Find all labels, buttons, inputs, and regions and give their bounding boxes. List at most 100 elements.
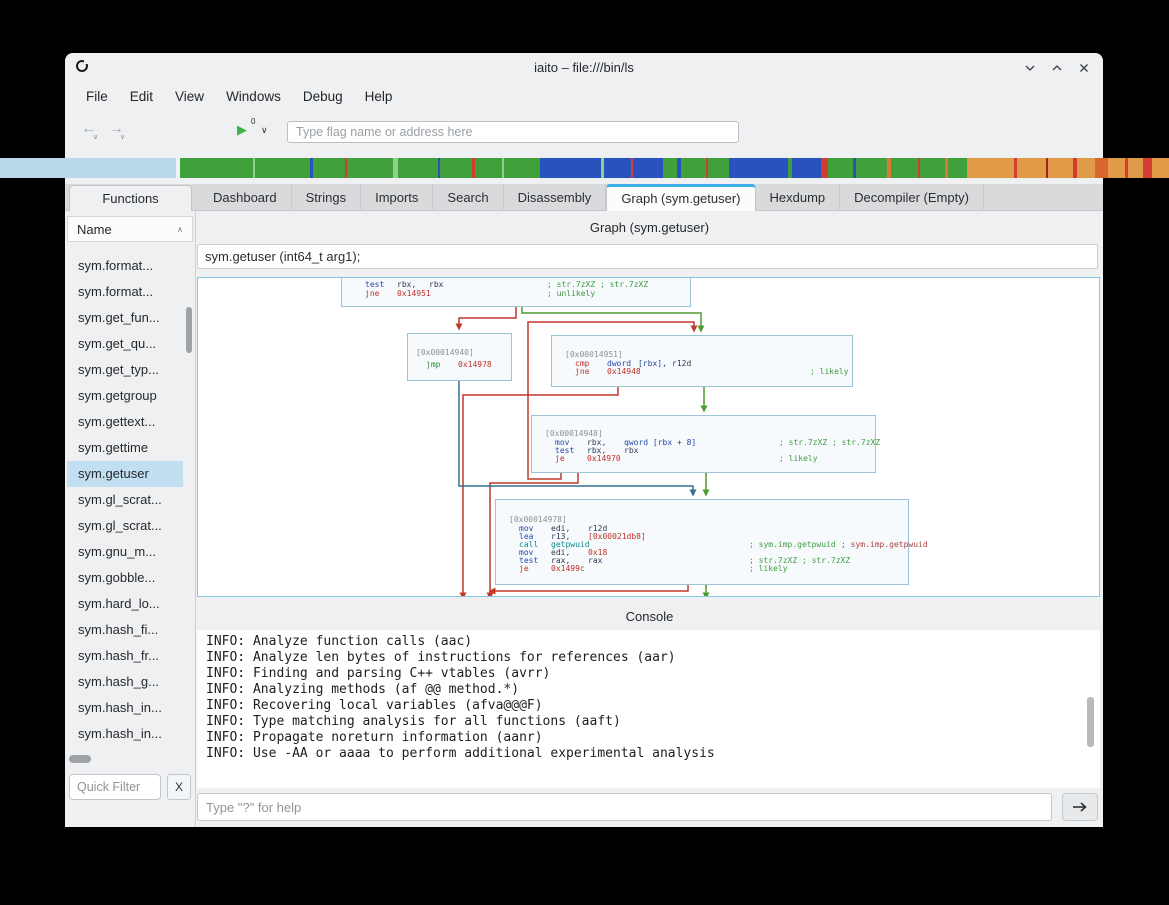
graph-node-0x00014978[interactable]: [0x00014978]movedi,r12dlear13,[0x00021db… (495, 499, 909, 585)
close-icon (1078, 62, 1090, 74)
function-list-item[interactable]: sym.hash_fi... (67, 617, 183, 643)
quick-filter-close-button[interactable]: X (167, 774, 191, 800)
function-list-item[interactable]: sym.hash_fr... (67, 643, 183, 669)
function-list-item[interactable]: sym.hash_in... (67, 695, 183, 721)
tab-decompiler-empty[interactable]: Decompiler (Empty) (840, 184, 984, 211)
debug-play-button[interactable]: ▶ (237, 122, 247, 138)
memory-segment (347, 158, 393, 178)
content-area: Name ∧ sym.format...sym.format...sym.get… (65, 211, 1103, 827)
console-line: INFO: Propagate noreturn information (aa… (206, 730, 1100, 746)
sort-ascending-icon: ∧ (177, 225, 183, 234)
memory-segment (967, 158, 1013, 178)
console-send-button[interactable] (1062, 793, 1098, 821)
function-list-item[interactable]: sym.hash_in... (67, 721, 183, 747)
function-list-item[interactable]: sym.get_qu... (67, 331, 183, 357)
tab-bar: Functions DashboardStringsImportsSearchD… (65, 184, 1103, 211)
function-list-vertical-scrollbar[interactable] (186, 307, 192, 353)
window-controls (1023, 53, 1091, 82)
function-signature[interactable]: sym.getuser (int64_t arg1); (197, 244, 1098, 269)
memory-segment (1108, 158, 1125, 178)
main-tabs: DashboardStringsImportsSearchDisassembly… (199, 184, 1103, 211)
function-list: sym.format...sym.format...sym.get_fun...… (67, 253, 183, 747)
tab-graph-sym-getuser[interactable]: Graph (sym.getuser) (606, 184, 755, 211)
function-list-item[interactable]: sym.get_fun... (67, 305, 183, 331)
tab-strings[interactable]: Strings (292, 184, 361, 211)
function-list-item[interactable]: sym.hard_lo... (67, 591, 183, 617)
memory-segment (633, 158, 662, 178)
asm-token: ; likely (779, 454, 818, 463)
tab-disassembly[interactable]: Disassembly (504, 184, 607, 211)
chevron-up-icon (1051, 62, 1063, 74)
asm-token: ; sym.imp.getpwuid (749, 540, 836, 549)
function-list-item[interactable]: sym.get_typ... (67, 357, 183, 383)
function-list-item[interactable]: sym.getuser (67, 461, 183, 487)
function-list-horizontal-scrollbar[interactable] (69, 755, 91, 763)
arrow-right-icon (1072, 801, 1088, 813)
menubar: FileEditViewWindowsDebugHelp (65, 82, 1103, 112)
maximize-button[interactable] (1050, 61, 1064, 75)
memory-segment (663, 158, 678, 178)
back-dropdown-icon[interactable]: ∨ (93, 133, 98, 141)
console-dock-title: Console (196, 604, 1103, 630)
graph-node-0x00014948[interactable]: [0x00014948]movrbx,qword [rbx + 8]; str.… (531, 415, 876, 473)
asm-token: rax (588, 556, 602, 565)
tab-hexdump[interactable]: Hexdump (756, 184, 841, 211)
graph-node-0x00014951[interactable]: [0x00014951]cmpdword[rbx],r12djne0x14948… (551, 335, 853, 387)
menu-edit[interactable]: Edit (119, 82, 164, 112)
menu-windows[interactable]: Windows (215, 82, 292, 112)
function-list-item[interactable]: sym.format... (67, 279, 183, 305)
graph-view[interactable]: testrbx,rbx; str.7zXZ ; str.7zXZjne0x149… (197, 277, 1100, 597)
asm-token: [0x00014951] (565, 350, 623, 359)
console-line: INFO: Analyze function calls (aac) (206, 634, 1100, 650)
tab-search[interactable]: Search (433, 184, 503, 211)
function-list-item[interactable]: sym.gnu_m... (67, 539, 183, 565)
graph-panel: Graph (sym.getuser) sym.getuser (int64_t… (196, 211, 1103, 827)
memory-segment (891, 158, 918, 178)
memory-segment (828, 158, 853, 178)
asm-token: je (519, 564, 529, 573)
function-list-item[interactable]: sym.gettext... (67, 409, 183, 435)
memory-segment (920, 158, 945, 178)
asm-token: jne (575, 367, 589, 376)
memory-segment (1095, 158, 1108, 178)
console-line: INFO: Analyzing methods (af @@ method.*) (206, 682, 1100, 698)
asm-token: je (555, 454, 565, 463)
console-vertical-scrollbar[interactable] (1087, 697, 1094, 747)
console-output[interactable]: INFO: Analyze function calls (aac) INFO: … (197, 630, 1100, 788)
tab-dashboard[interactable]: Dashboard (199, 184, 292, 211)
function-list-item[interactable]: sym.gobble... (67, 565, 183, 591)
asm-token: test (365, 280, 384, 289)
memory-map-strip[interactable] (0, 158, 1169, 178)
forward-dropdown-icon[interactable]: ∨ (120, 133, 125, 141)
asm-token: [0x00014940] (416, 348, 474, 357)
memory-segment (504, 158, 540, 178)
minimize-button[interactable] (1023, 61, 1037, 75)
menu-file[interactable]: File (75, 82, 119, 112)
asm-token: rbx (429, 280, 443, 289)
asm-token: ; str.7zXZ ; str.7zXZ (779, 438, 880, 447)
function-list-item[interactable]: sym.gl_scrat... (67, 487, 183, 513)
graph-node-entry[interactable]: testrbx,rbx; str.7zXZ ; str.7zXZjne0x149… (341, 277, 691, 307)
quick-filter-input[interactable] (69, 774, 161, 800)
graph-node-0x00014940[interactable]: [0x00014940]jmp0x14978 (407, 333, 512, 381)
tab-functions[interactable]: Functions (69, 185, 192, 211)
function-list-item[interactable]: sym.gl_scrat... (67, 513, 183, 539)
column-header-name[interactable]: Name ∧ (67, 216, 193, 242)
console-command-input[interactable] (197, 793, 1052, 821)
titlebar[interactable]: iaito – file:///bin/ls (65, 53, 1103, 82)
asm-token: 0x14951 (397, 289, 431, 298)
menu-debug[interactable]: Debug (292, 82, 354, 112)
function-list-item[interactable]: sym.hash_g... (67, 669, 183, 695)
menu-help[interactable]: Help (354, 82, 404, 112)
function-list-item[interactable]: sym.getgroup (67, 383, 183, 409)
memory-segment (255, 158, 310, 178)
function-list-item[interactable]: sym.gettime (67, 435, 183, 461)
menu-view[interactable]: View (164, 82, 215, 112)
memory-segment (398, 158, 438, 178)
flag-search-input[interactable] (287, 121, 739, 143)
function-list-item[interactable]: sym.format... (67, 253, 183, 279)
asm-token: r12d (672, 359, 691, 368)
play-dropdown-icon[interactable]: ∨ (261, 125, 268, 136)
tab-imports[interactable]: Imports (361, 184, 433, 211)
close-button[interactable] (1077, 61, 1091, 75)
